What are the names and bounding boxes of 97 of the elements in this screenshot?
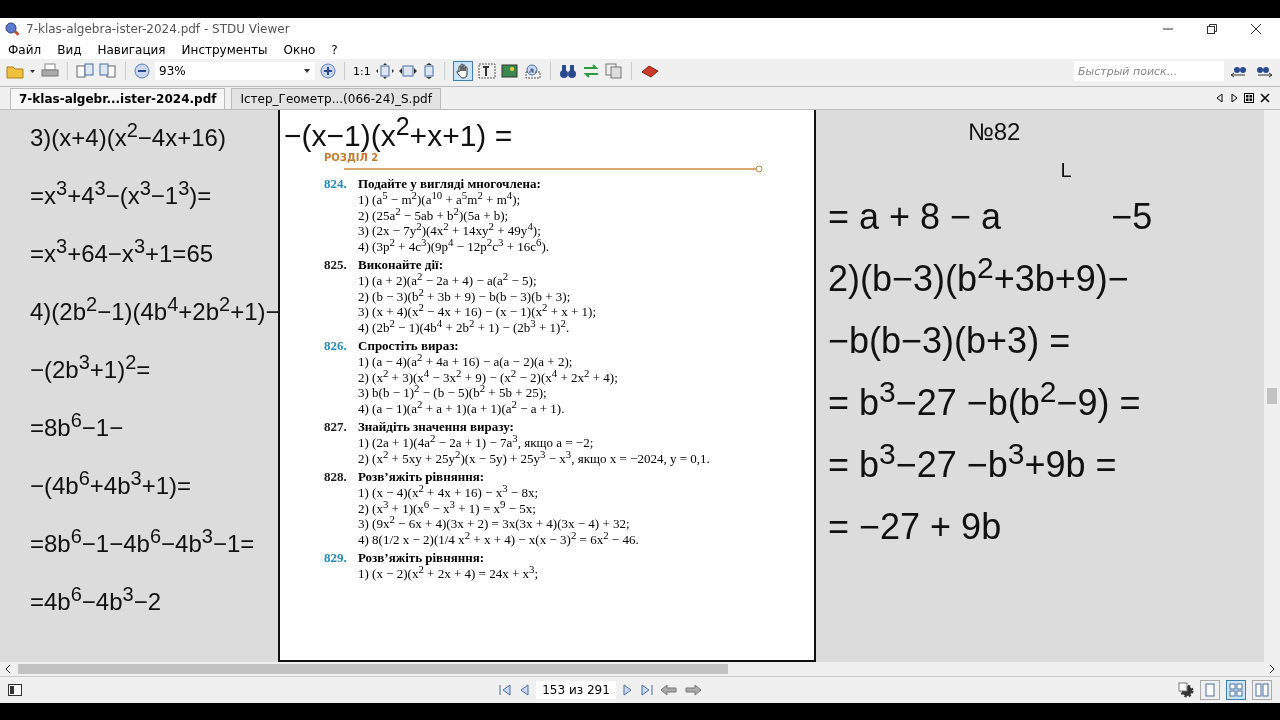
close-tab-icon[interactable] (1260, 93, 1270, 103)
eraser-icon[interactable] (639, 63, 660, 79)
exercise-item: 1) (a − 4)(a$^{2}$ + 4a + 16) − a(a − 2)(a + 2); (358, 354, 574, 370)
exercise-item: 2) (x$^{3}$ + 1)(x$^{6}$ − x$^{3}$ + 1) = x$^{9}$ − 5x; (358, 500, 536, 516)
exercise-number: 826. (324, 337, 348, 354)
exercise-title: Розв’яжіть рівняння: (358, 549, 484, 566)
document-tab[interactable]: 7-klas-algebr...ister-2024.pdf (10, 88, 226, 109)
scroll-right-icon[interactable] (1268, 664, 1276, 674)
exercise-number: 824. (324, 175, 348, 192)
menu-item[interactable]: Навигация (97, 42, 166, 57)
caret-icon[interactable] (303, 67, 311, 75)
fit-page-icon[interactable] (375, 63, 394, 79)
handwritten-note: L (1060, 158, 1072, 183)
menu-item[interactable]: Файл (8, 42, 42, 57)
exercise-title: Подайте у вигляді многочлена: (358, 175, 541, 191)
exercise-item: 2) (25a$^{2}$ − 5ab + b$^{2}$)(5a + b); (358, 207, 510, 223)
sidebar-toggle-icon[interactable] (8, 684, 22, 696)
forward-arrow-icon[interactable] (684, 683, 702, 697)
zoom-combo[interactable]: 93% (155, 62, 315, 80)
exercise-item: 1) (x − 4)(x$^{2}$ + 4x + 16) − x$^{3}$ − 8x; (358, 485, 540, 501)
exercise-title: Виконайте дії: (358, 256, 443, 273)
close-icon[interactable] (1250, 23, 1262, 35)
exercise-number: 828. (324, 468, 348, 485)
menu-item[interactable]: Инструменты (181, 42, 268, 57)
exercise-item: 1) (2a + 1)(4a$^{2}$ − 2a + 1) − 7a$^{3}$, якщо a = −2; (358, 435, 595, 451)
zoom-out-icon[interactable] (134, 63, 150, 79)
swap-arrows-icon[interactable] (581, 63, 600, 79)
binoculars-icon[interactable] (558, 63, 577, 79)
handwritten-note: 2)(b−3)(b$^{2}$+3b+9)− (828, 257, 1129, 301)
exercise-item: 4) (3p$^{2}$ + 4c$^{3}$)(9p$^{4}$ − 12p$^{2}$c$^{3}$ + 16c$^{6}$). (358, 238, 551, 254)
handwritten-note: =x$^{3}$+4$^{3}$−(x$^{3}$−1$^{3}$)= (30, 178, 213, 211)
section-heading: РОЗДІЛ 2 (324, 152, 379, 163)
handwritten-note: =4b$^{6}$−4b$^{3}$−2 (30, 584, 163, 617)
tab-left-icon[interactable] (1216, 93, 1224, 103)
exercise-number: 825. (324, 256, 348, 273)
tab-right-icon[interactable] (1230, 93, 1238, 103)
exercise-item: 2) (b − 3)(b$^{2}$ + 3b + 9) − b(b − 3)(b + 3); (358, 288, 572, 304)
previous-page-icon[interactable] (518, 683, 530, 697)
actual-size-button[interactable]: 1:1 (353, 64, 371, 78)
image-select-icon[interactable] (500, 63, 519, 79)
scroll-left-icon[interactable] (4, 664, 12, 674)
exercise-item: 1) (a$^{5}$ − m$^{2}$)(a$^{10}$ + a$^{5}$m$^{2}$ + m$^{4}$); (358, 192, 522, 208)
handwritten-note: 4)(2b$^{2}$−1)(4b$^{4}$+2b$^{2}$+1)− (30, 294, 278, 327)
handwritten-note: = b$^{3}$−27 −b(b$^{2}$−9) = (828, 381, 1141, 425)
handwritten-note: = −27 + 9b (828, 505, 1002, 549)
restore-icon[interactable] (1206, 23, 1218, 35)
exercise-item: 2) (x$^{2}$ + 3)(x$^{4}$ − 3x$^{2}$ + 9) − (x$^{2}$ − 2)(x$^{4}$ + 2x$^{2}$ + 4); (358, 369, 619, 385)
exercise-item: 4) 8(1/2 x − 2)(1/4 x$^{2}$ + x + 4) − x(x − 3)$^{2}$ = 6x$^{2}$ − 46. (358, 531, 640, 547)
tab-list-icon[interactable] (1244, 93, 1254, 103)
handwritten-note: = a + 8 − a (828, 195, 1002, 239)
exercise-item: 3) (x + 4)(x$^{2}$ − 4x + 16) − (x − 1)(x$^{2}$ + x + 1); (358, 304, 597, 320)
exercise-number: 827. (324, 418, 348, 435)
first-page-icon[interactable] (498, 683, 512, 697)
app-icon (4, 21, 20, 37)
pages-icon[interactable] (76, 63, 94, 79)
exercise-item: 2) (x$^{2}$ + 5xy + 25y$^{2}$)(x − 5y) + 25y$^{3}$ − x$^{3}$, якщо x = −2024, y = 0,1. (358, 450, 711, 466)
copy-icon[interactable] (604, 63, 623, 79)
document-tab[interactable]: Істер_Геометр...(066-24)_S.pdf (231, 88, 441, 109)
zoom-area-icon[interactable] (523, 63, 542, 79)
exercise-title: Спростіть вираз: (358, 337, 459, 354)
next-page-icon[interactable] (622, 683, 634, 697)
handwritten-note: =x$^{3}$+64−x$^{3}$+1=65 (30, 236, 215, 269)
zoom-in-icon[interactable] (320, 63, 336, 79)
fit-width-icon[interactable] (398, 63, 417, 79)
handwritten-note: =8b$^{6}$−1− (30, 410, 125, 443)
handwritten-note: −b(b−3)(b+3) = (828, 319, 1071, 363)
menu-item[interactable]: Окно (283, 42, 316, 57)
quick-search-field[interactable]: Быстрый поиск... (1074, 61, 1224, 81)
menu-item[interactable]: Вид (57, 42, 82, 57)
fit-height-icon[interactable] (421, 63, 436, 79)
handwritten-note: −5 (1111, 195, 1153, 239)
exercise-item: 3) (2x − 7y$^{2}$)(4x$^{2}$ + 14xy$^{2}$ + 49y$^{4}$); (358, 223, 542, 239)
last-page-icon[interactable] (640, 683, 654, 697)
handwritten-note: = b$^{3}$−27 −b$^{3}$+9b = (828, 443, 1117, 487)
exercise-title: Знайдіть значення виразу: (358, 418, 514, 435)
exercise-item: 4) (a − 1)(a$^{2}$ + a + 1)(a + 1)(a$^{2}$ − a + 1). (358, 400, 566, 416)
pages-icon[interactable] (99, 63, 117, 79)
exercise-item: 4) (2b$^{2}$ − 1)(4b$^{4}$ + 2b$^{2}$ + 1) − (2b$^{3}$ + 1)$^{2}$. (358, 319, 571, 335)
back-arrow-icon[interactable] (660, 683, 678, 697)
exercise-item: 1) (x − 2)(x$^{2}$ + 2x + 4) = 24x + x$^{3}$; (358, 566, 540, 582)
page-number-field[interactable]: 153 из 291 (536, 681, 616, 699)
exercise-item: 3) (9x$^{2}$ − 6x + 4)(3x + 2) = 3x(3x + 4)(3x − 4) + 32; (358, 516, 631, 532)
settings-icon[interactable] (1178, 682, 1194, 698)
menu-item[interactable]: ? (331, 42, 338, 57)
handwritten-note: −(x−1)(x$^{2}$+x+1) = (284, 111, 514, 152)
handwritten-note: 3)(x+4)(x$^{2}$−4x+16) (30, 120, 227, 153)
exercise-item: 1) (a + 2)(a$^{2}$ − 2a + 4) − a(a$^{2}$ − 5); (358, 273, 538, 289)
exercise-item: 3) b(b − 1)$^{2}$ − (b − 5)(b$^{2}$ + 5b + 25); (358, 385, 547, 401)
exercise-title: Розв’яжіть рівняння: (358, 468, 484, 485)
exercise-number: 829. (324, 549, 348, 566)
printer-icon[interactable] (41, 63, 59, 79)
window-title: 7-klas-algebra-ister-2024.pdf - STDU Viewer (26, 22, 290, 36)
handwritten-note: −(2b$^{3}$+1)$^{2}$= (30, 352, 152, 385)
handwritten-note: −(4b$^{6}$+4b$^{3}$+1)= (30, 468, 193, 501)
handwritten-note: №82 (968, 117, 1021, 147)
handwritten-note: =8b$^{6}$−1−4b$^{6}$−4b$^{3}$−1= (30, 526, 256, 559)
text-select-icon[interactable] (477, 63, 496, 79)
